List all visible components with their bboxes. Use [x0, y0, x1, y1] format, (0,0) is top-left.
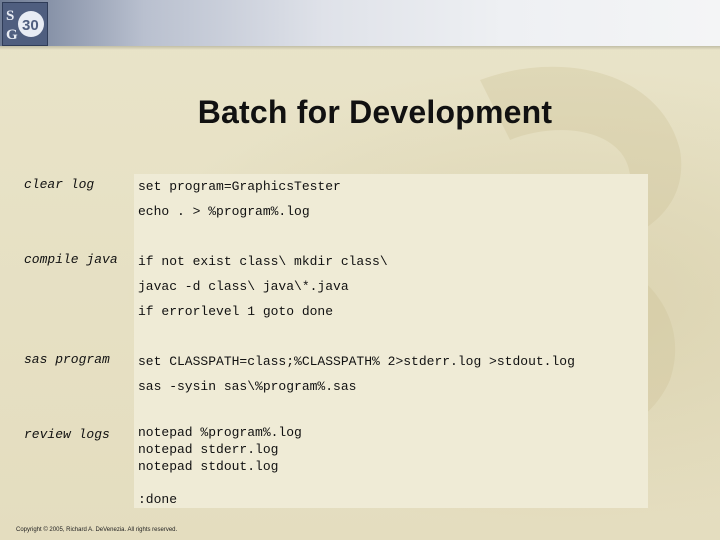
slide-title: Batch for Development — [197, 94, 553, 130]
header-band-shadow — [0, 46, 720, 50]
svg-text:G: G — [6, 27, 18, 43]
header-band — [0, 0, 720, 46]
sgf-30-logo-icon: S G 30 — [2, 2, 48, 46]
section-label-clear-log: clear log — [24, 177, 95, 192]
code-line: notepad stderr.log — [138, 442, 279, 457]
section-label-sas-program: sas program — [24, 352, 110, 367]
code-line: echo . > %program%.log — [138, 204, 310, 219]
code-line: javac -d class\ java\*.java — [138, 279, 349, 294]
code-line: notepad stdout.log — [138, 459, 279, 474]
code-line: notepad %program%.log — [138, 425, 302, 440]
svg-text:30: 30 — [22, 17, 39, 34]
code-line: if errorlevel 1 goto done — [138, 304, 334, 319]
code-line: set CLASSPATH=class;%CLASSPATH% 2>stderr… — [138, 354, 575, 369]
copyright-footer: Copyright © 2005, Richard A. DeVenezia. … — [16, 527, 178, 533]
section-label-review-logs: review logs — [24, 427, 110, 442]
code-line: if not exist class\ mkdir class\ — [138, 254, 388, 269]
svg-text:S: S — [6, 8, 14, 24]
code-line: sas -sysin sas\%program%.sas — [138, 379, 357, 394]
code-line: set program=GraphicsTester — [138, 179, 341, 194]
done-label: :done — [138, 492, 178, 507]
section-label-compile-java: compile java — [24, 252, 118, 267]
